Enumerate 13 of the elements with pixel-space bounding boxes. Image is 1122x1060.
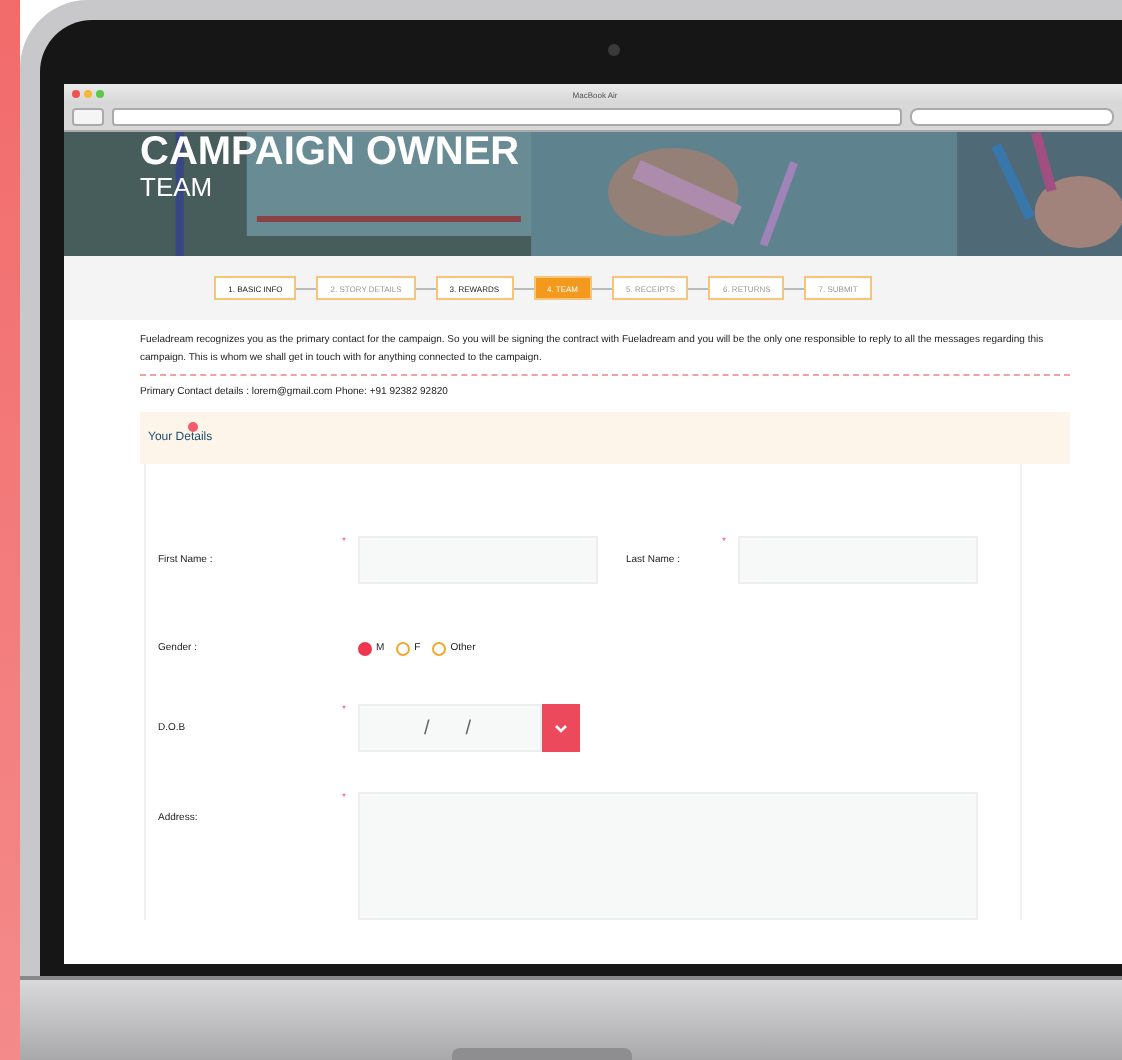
search-field[interactable] bbox=[910, 108, 1114, 126]
minimize-icon[interactable] bbox=[84, 90, 92, 98]
maximize-icon[interactable] bbox=[96, 90, 104, 98]
close-icon[interactable] bbox=[72, 90, 80, 98]
page-subtitle: TEAM bbox=[140, 172, 215, 204]
back-forward-button[interactable] bbox=[72, 108, 104, 126]
page-title: CAMPAIGN OWNER bbox=[140, 132, 520, 172]
camera-icon bbox=[607, 44, 619, 56]
date-field[interactable]: / / bbox=[358, 704, 542, 752]
date-dropdown-button[interactable] bbox=[542, 704, 580, 752]
chevron-down-icon bbox=[554, 723, 568, 733]
marker-dot bbox=[188, 422, 198, 432]
address-field[interactable] bbox=[112, 108, 902, 126]
